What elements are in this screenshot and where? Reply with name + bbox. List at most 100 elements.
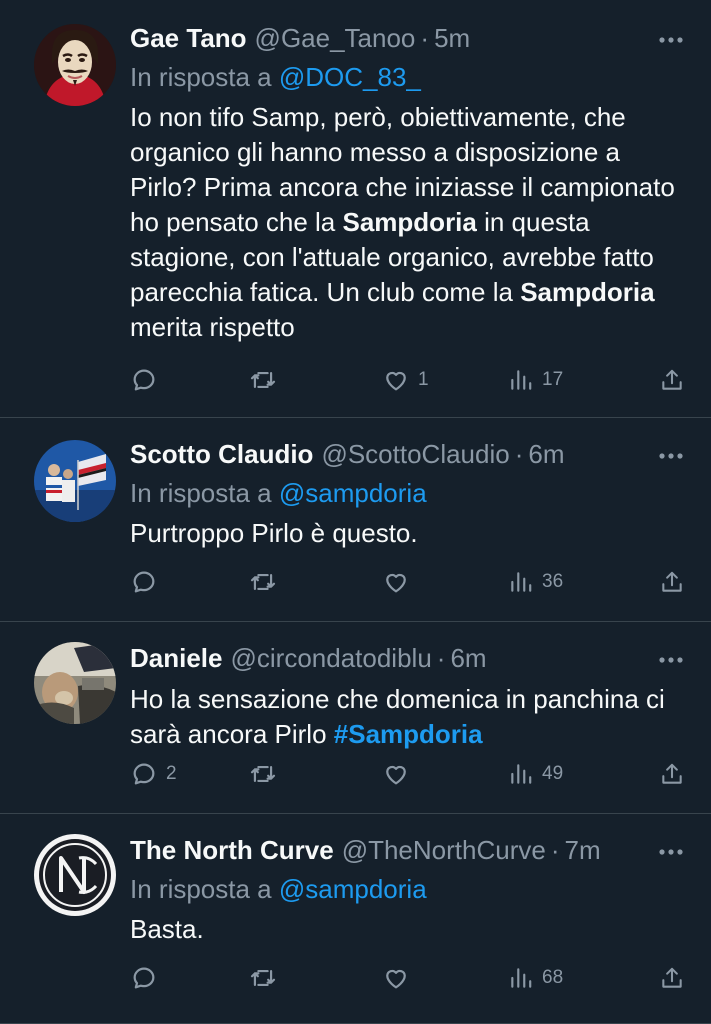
reply-icon	[133, 369, 155, 391]
like-icon	[386, 969, 406, 989]
like-button[interactable]	[382, 958, 418, 998]
like-button[interactable]	[382, 754, 418, 794]
share-button[interactable]	[659, 562, 685, 602]
timeline-feed: Gae Tano @Gae_Tanoo · 5m In risposta a @…	[0, 0, 711, 1024]
like-button[interactable]: 1	[382, 360, 429, 400]
like-icon	[386, 765, 406, 785]
more-icon[interactable]	[657, 654, 685, 666]
money-heist-mask-avatar-image	[34, 24, 116, 106]
views-icon	[511, 370, 532, 390]
like-icon	[386, 371, 406, 391]
views-button[interactable]: 17	[508, 360, 563, 400]
retweet-icon	[250, 765, 276, 783]
display-name[interactable]: The North Curve	[130, 830, 334, 870]
username[interactable]: @Gae_Tanoo	[255, 18, 416, 58]
retweet-icon	[250, 573, 276, 591]
views-button[interactable]: 36	[508, 562, 563, 602]
tweet-actions: 1 17	[130, 360, 685, 400]
retweet-icon	[250, 371, 276, 389]
reply-button[interactable]	[130, 360, 166, 400]
reply-button[interactable]	[130, 562, 166, 602]
bold-keyword: Sampdoria	[342, 207, 477, 237]
tweet[interactable]: Gae Tano @Gae_Tanoo · 5m In risposta a @…	[0, 0, 711, 418]
timestamp[interactable]: 6m	[528, 434, 564, 474]
views-icon	[511, 968, 532, 988]
views-button[interactable]: 49	[508, 754, 563, 794]
timestamp[interactable]: 5m	[434, 18, 470, 58]
tweet-content: Scotto Claudio @ScottoClaudio · 6m In ri…	[130, 434, 685, 551]
tweet-content: Daniele @circondatodiblu · 6m Ho la sens…	[130, 638, 685, 752]
bold-keyword: Sampdoria	[520, 277, 655, 307]
views-count: 36	[542, 571, 564, 592]
separator: ·	[514, 439, 524, 469]
tweet-text: Purtroppo Pirlo è questo.	[130, 518, 418, 548]
timestamp[interactable]: 6m	[450, 638, 486, 678]
hashtag-link[interactable]: #Sampdoria	[334, 719, 483, 749]
tweet-text-part: merita rispetto	[130, 312, 295, 342]
tweet-actions: 36	[130, 562, 685, 602]
more-icon[interactable]	[657, 846, 685, 858]
tweet-header: The North Curve @TheNorthCurve · 7m	[130, 830, 685, 870]
reply-icon	[133, 967, 155, 989]
retweet-button[interactable]	[248, 562, 286, 602]
tweet-header: Daniele @circondatodiblu · 6m	[130, 638, 685, 678]
avatar[interactable]	[34, 440, 116, 522]
like-count: 1	[418, 369, 429, 390]
tweet[interactable]: Scotto Claudio @ScottoClaudio · 6m In ri…	[0, 418, 711, 622]
tweet-actions: 68	[130, 958, 685, 998]
views-icon	[511, 764, 532, 784]
retweet-button[interactable]	[248, 958, 286, 998]
views-count: 49	[542, 763, 564, 784]
like-icon	[386, 573, 406, 593]
reply-icon	[133, 571, 155, 593]
display-name[interactable]: Daniele	[130, 638, 223, 678]
tweet-text: Basta.	[130, 914, 204, 944]
football-fans-flag-avatar-image	[34, 440, 116, 522]
reply-button[interactable]	[130, 958, 166, 998]
share-button[interactable]	[659, 360, 685, 400]
display-name[interactable]: Gae Tano	[130, 18, 247, 58]
more-icon[interactable]	[657, 34, 685, 46]
username[interactable]: @circondatodiblu	[231, 638, 432, 678]
username[interactable]: @ScottoClaudio	[321, 434, 509, 474]
reply-button[interactable]: 2	[130, 754, 177, 794]
timestamp[interactable]: 7m	[565, 830, 601, 870]
avatar[interactable]	[34, 24, 116, 106]
tweet-text: Io non tifo Samp, però, obiettivamente, …	[130, 100, 685, 345]
tweet-header: Gae Tano @Gae_Tanoo · 5m	[130, 18, 685, 58]
retweet-button[interactable]	[248, 754, 286, 794]
share-icon	[662, 967, 682, 988]
tweet-content: Gae Tano @Gae_Tanoo · 5m In risposta a @…	[130, 18, 685, 345]
share-button[interactable]	[659, 958, 685, 998]
tweet-content: The North Curve @TheNorthCurve · 7m In r…	[130, 830, 685, 947]
retweet-icon	[250, 969, 276, 987]
reply-prefix: In risposta a	[130, 478, 272, 508]
share-icon	[662, 571, 682, 592]
views-button[interactable]: 68	[508, 958, 563, 998]
display-name[interactable]: Scotto Claudio	[130, 434, 313, 474]
nc-monogram-logo-avatar-image	[34, 834, 116, 916]
tweet[interactable]: Daniele @circondatodiblu · 6m Ho la sens…	[0, 622, 711, 814]
reply-context: In risposta a @DOC_83_	[130, 58, 685, 96]
reply-prefix: In risposta a	[130, 874, 272, 904]
avatar[interactable]	[34, 642, 116, 724]
reply-mention-link[interactable]: @DOC_83_	[279, 62, 421, 92]
username[interactable]: @TheNorthCurve	[342, 830, 546, 870]
reply-mention-link[interactable]: @sampdoria	[279, 478, 427, 508]
separator: ·	[550, 835, 560, 865]
reply-mention-link[interactable]: @sampdoria	[279, 874, 427, 904]
share-button[interactable]	[659, 754, 685, 794]
tweet[interactable]: The North Curve @TheNorthCurve · 7m In r…	[0, 814, 711, 1024]
photo-avatar-image	[34, 642, 116, 724]
views-icon	[511, 572, 532, 592]
reply-count: 2	[166, 763, 177, 784]
avatar[interactable]	[34, 834, 116, 916]
like-button[interactable]	[382, 562, 418, 602]
more-icon[interactable]	[657, 450, 685, 462]
views-count: 17	[542, 369, 564, 390]
reply-icon	[133, 763, 155, 785]
separator: ·	[436, 643, 446, 673]
retweet-button[interactable]	[248, 360, 286, 400]
reply-prefix: In risposta a	[130, 62, 272, 92]
tweet-text: Ho la sensazione che domenica in panchin…	[130, 682, 685, 752]
